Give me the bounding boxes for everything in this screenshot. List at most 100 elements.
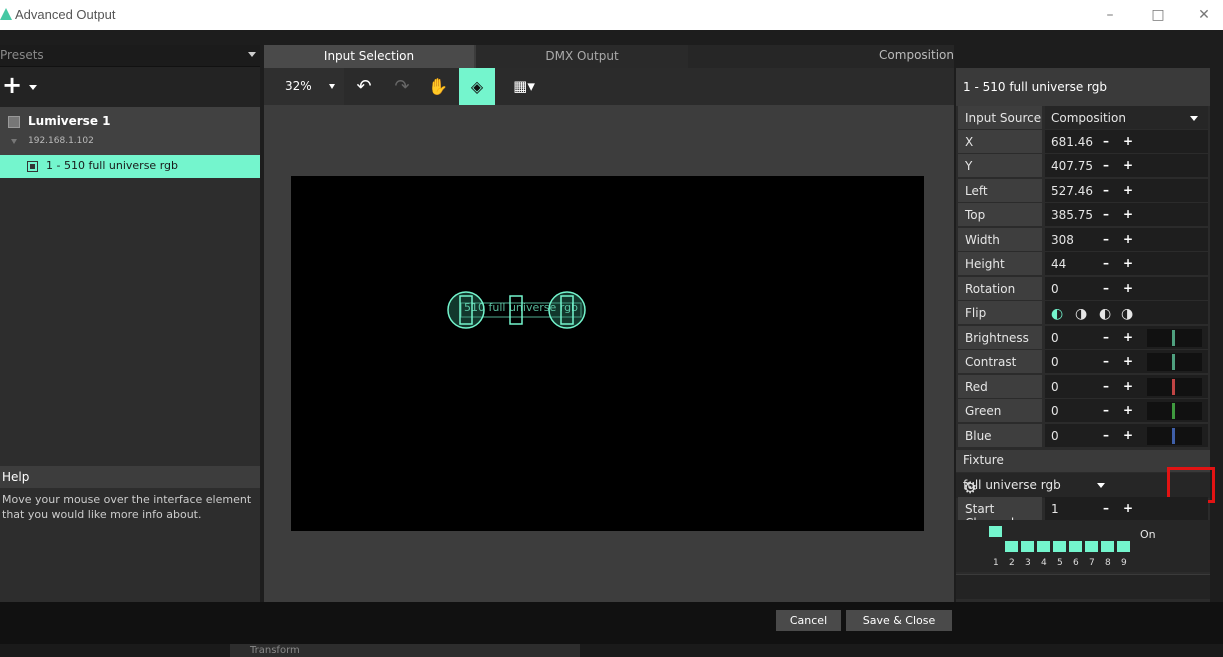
tab-input-selection[interactable]: Input Selection (264, 45, 474, 68)
fixture-checkbox[interactable] (27, 161, 38, 172)
increment-button[interactable]: + (1123, 354, 1133, 368)
flip-row: Flip ◐ ◑ ◐ ◑ (956, 301, 1210, 324)
channel-cell[interactable] (1117, 541, 1130, 552)
channel-number: 9 (1121, 558, 1127, 568)
brightness-slider[interactable] (1147, 329, 1202, 347)
adjust-field[interactable]: 0 – + (1045, 424, 1208, 447)
channel-number: 6 (1073, 558, 1079, 568)
help-panel: Help Move your mouse over the interface … (0, 466, 260, 602)
flip-left-icon[interactable]: ◐ (1099, 306, 1117, 322)
increment-button[interactable]: + (1123, 207, 1133, 221)
node-checkbox[interactable] (8, 116, 20, 128)
adjust-field[interactable]: 0 – + (1045, 399, 1208, 422)
output-tree-node[interactable]: Lumiverse 1 192.168.1.102 (0, 107, 260, 155)
decrement-button[interactable]: – (1103, 256, 1109, 270)
increment-button[interactable]: + (1123, 428, 1133, 442)
channel-cell[interactable] (1101, 541, 1114, 552)
fixture-shape[interactable] (291, 176, 924, 531)
channel-cell[interactable] (989, 526, 1002, 537)
hand-icon[interactable]: ✋ (421, 68, 455, 105)
grid-icon[interactable]: ▦▾ (501, 68, 547, 105)
channel-number: 1 (993, 558, 999, 568)
increment-button[interactable]: + (1123, 501, 1133, 515)
channel-cell[interactable] (1021, 541, 1034, 552)
zoom-dropdown[interactable]: 32% (264, 68, 344, 105)
decrement-button[interactable]: – (1103, 232, 1109, 246)
composition-size: Composition 1920x1080 (688, 45, 954, 80)
gear-icon[interactable]: ⚙ (963, 478, 977, 497)
channel-cell[interactable] (1069, 541, 1082, 552)
prop-field[interactable]: 385.75– + (1045, 203, 1208, 226)
prop-label: Top (965, 208, 986, 222)
increment-button[interactable]: + (1123, 134, 1133, 148)
decrement-button[interactable]: – (1103, 379, 1109, 393)
composition-canvas[interactable]: 510 full universe rgb (291, 176, 924, 531)
green-slider[interactable] (1147, 402, 1202, 420)
start-channel-field[interactable]: 1 – + (1045, 497, 1208, 520)
presets-dropdown[interactable]: Presets (0, 45, 260, 67)
minimize-icon[interactable]: – (1087, 2, 1133, 28)
input-source-dropdown[interactable]: Composition (1045, 106, 1208, 129)
prop-value: 44 (1051, 257, 1067, 271)
expand-arrow-icon[interactable] (11, 139, 17, 144)
adjust-field[interactable]: 0 – + (1045, 350, 1208, 373)
fill-bucket-icon[interactable]: ◈ (459, 68, 495, 105)
increment-button[interactable]: + (1123, 379, 1133, 393)
prop-row-top: Top 385.75– + (956, 203, 1210, 226)
flip-vertical-icon[interactable]: ◑ (1075, 306, 1093, 322)
increment-button[interactable]: + (1123, 330, 1133, 344)
decrement-button[interactable]: – (1103, 183, 1109, 197)
decrement-button[interactable]: – (1103, 428, 1109, 442)
tab-dmx-output[interactable]: DMX Output (476, 45, 688, 68)
red-slider[interactable] (1147, 378, 1202, 396)
channel-cell[interactable] (1005, 541, 1018, 552)
decrement-button[interactable]: – (1103, 158, 1109, 172)
prop-field[interactable]: 44 – + (1045, 252, 1208, 275)
cancel-button[interactable]: Cancel (776, 610, 841, 631)
decrement-button[interactable]: – (1103, 354, 1109, 368)
save-close-button[interactable]: Save & Close (846, 610, 952, 631)
prop-field[interactable]: 527.46– + (1045, 179, 1208, 202)
increment-button[interactable]: + (1123, 256, 1133, 270)
prop-field[interactable]: 0 – + (1045, 277, 1208, 300)
input-source-row: Input Source Composition (956, 106, 1210, 129)
adjust-field[interactable]: 0 – + (1045, 375, 1208, 398)
adjust-row-green: Green 0 – + (956, 399, 1210, 422)
fixture-type-value[interactable]: full universe rgb (963, 478, 1061, 492)
increment-button[interactable]: + (1123, 232, 1133, 246)
channel-map: On 1 2 3 4 5 6 7 8 9 (956, 520, 1210, 572)
prop-field[interactable]: 681.46– + (1045, 130, 1208, 153)
decrement-button[interactable]: – (1103, 330, 1109, 344)
increment-button[interactable]: + (1123, 158, 1133, 172)
adjust-label: Green (965, 404, 1002, 418)
undo-icon[interactable]: ↶ (347, 68, 381, 105)
increment-button[interactable]: + (1123, 281, 1133, 295)
fixture-list-item[interactable]: 1 - 510 full universe rgb (0, 155, 260, 178)
chevron-down-icon[interactable] (29, 85, 37, 90)
contrast-slider[interactable] (1147, 353, 1202, 371)
prop-field[interactable]: 308 – + (1045, 228, 1208, 251)
channel-cell[interactable] (1085, 541, 1098, 552)
decrement-button[interactable]: – (1103, 403, 1109, 417)
adjust-value: 0 (1051, 404, 1059, 418)
flip-right-icon[interactable]: ◑ (1121, 306, 1139, 322)
blue-slider[interactable] (1147, 427, 1202, 445)
channel-cell[interactable] (1053, 541, 1066, 552)
decrement-button[interactable]: – (1103, 501, 1109, 515)
channel-cell[interactable] (1037, 541, 1050, 552)
add-icon[interactable]: + (2, 73, 22, 97)
prop-field[interactable]: 407.75– + (1045, 154, 1208, 177)
adjust-field[interactable]: 0 – + (1045, 326, 1208, 349)
increment-button[interactable]: + (1123, 183, 1133, 197)
chevron-down-icon[interactable] (1097, 483, 1105, 488)
prop-row-left: Left 527.46– + (956, 179, 1210, 202)
decrement-button[interactable]: – (1103, 134, 1109, 148)
help-text: Move your mouse over the interface eleme… (2, 493, 252, 521)
decrement-button[interactable]: – (1103, 207, 1109, 221)
decrement-button[interactable]: – (1103, 281, 1109, 295)
maximize-icon[interactable]: □ (1135, 2, 1181, 28)
increment-button[interactable]: + (1123, 403, 1133, 417)
flip-horizontal-icon[interactable]: ◐ (1051, 306, 1069, 322)
redo-icon[interactable]: ↷ (385, 68, 419, 105)
close-icon[interactable]: ✕ (1181, 2, 1223, 28)
